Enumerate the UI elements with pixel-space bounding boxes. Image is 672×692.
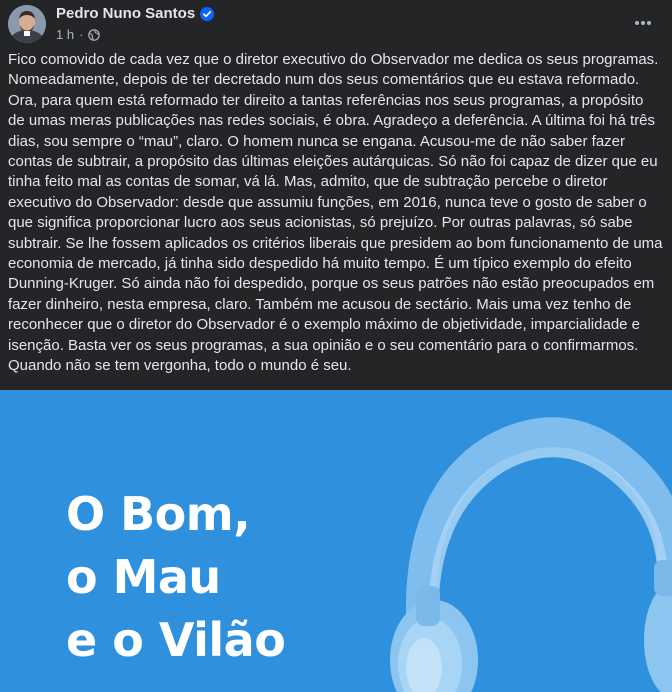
- image-title-line: o Mau: [66, 550, 221, 604]
- headphones-icon: [390, 417, 672, 692]
- more-options-button[interactable]: [628, 8, 658, 38]
- avatar-photo: [8, 5, 46, 43]
- image-title-line: O Bom,: [66, 487, 251, 541]
- image-title: O Bom, o Mau e o Vilão: [66, 483, 286, 672]
- globe-icon[interactable]: [88, 28, 101, 41]
- avatar[interactable]: [8, 5, 46, 43]
- more-horizontal-icon: [635, 21, 651, 25]
- image-title-line: e o Vilão: [66, 613, 286, 667]
- post-body-text: Fico comovido de cada vez que o diretor …: [8, 51, 667, 375]
- author-name[interactable]: Pedro Nuno Santos: [56, 5, 195, 22]
- post-image[interactable]: O Bom, o Mau e o Vilão: [0, 390, 672, 692]
- meta-separator: ·: [79, 27, 84, 42]
- post-timestamp[interactable]: 1 h: [56, 27, 74, 42]
- author-line: Pedro Nuno Santos: [56, 5, 215, 22]
- verified-badge-icon: [200, 6, 215, 21]
- post-meta: 1 h ·: [56, 27, 101, 42]
- post-header: Pedro Nuno Santos 1 h ·: [0, 0, 672, 48]
